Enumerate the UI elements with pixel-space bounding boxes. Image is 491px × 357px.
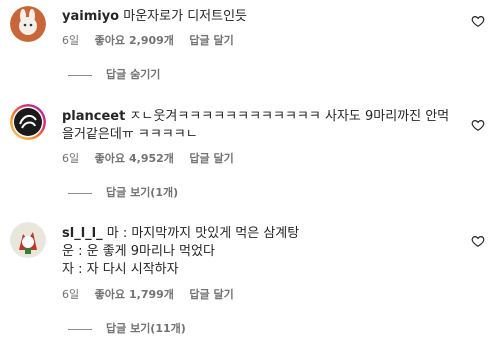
comment-body-line: 자 : 자 다시 시작하자 — [62, 262, 179, 277]
comment-body-line: 운 : 운 좋게 9마리나 먹었다 — [62, 244, 215, 259]
reply-button[interactable]: 답글 달기 — [189, 152, 233, 165]
likes-count[interactable]: 좋아요 2,909개 — [95, 34, 174, 47]
comment-text: sl_l_l_ 마 : 마지막까지 맛있게 먹은 삼계탕 운 : 운 좋게 9마… — [62, 225, 454, 279]
comment-age: 6일 — [62, 34, 80, 47]
view-replies-button[interactable]: 답글 보기(11개) — [68, 322, 186, 336]
divider-line — [68, 74, 92, 76]
divider-line — [68, 328, 92, 330]
comment-text: yaimiyo 마운자로가 디저트인듯 — [62, 8, 454, 26]
heart-outline-icon[interactable] — [471, 118, 485, 132]
likes-count[interactable]: 좋아요 1,799개 — [95, 288, 174, 301]
avatar[interactable] — [10, 6, 46, 42]
comment-username[interactable]: yaimiyo — [62, 9, 119, 24]
comment-body: 마 : 마지막까지 맛있게 먹은 삼계탕 — [102, 226, 300, 241]
avatar[interactable] — [10, 222, 46, 258]
replies-toggle-label: 답글 보기(11개) — [106, 322, 186, 335]
comment-meta: 6일 좋아요 1,799개 답글 달기 — [62, 288, 246, 302]
reply-button[interactable]: 답글 달기 — [189, 288, 233, 301]
comment-text: planceet ㅈㄴ웃겨ㅋㅋㅋㅋㅋㅋㅋㅋㅋㅋㅋㅋ 사자도 9마리까진 안먹을거… — [62, 108, 454, 144]
hide-replies-button[interactable]: 답글 숨기기 — [68, 68, 160, 82]
view-replies-button[interactable]: 답글 보기(1개) — [68, 186, 178, 200]
likes-count[interactable]: 좋아요 4,952개 — [95, 152, 174, 165]
comment-meta: 6일 좋아요 2,909개 답글 달기 — [62, 34, 246, 48]
comment-age: 6일 — [62, 288, 80, 301]
heart-outline-icon[interactable] — [471, 234, 485, 248]
reply-button[interactable]: 답글 달기 — [189, 34, 233, 47]
comment-username[interactable]: sl_l_l_ — [62, 226, 103, 241]
comment-meta: 6일 좋아요 4,952개 답글 달기 — [62, 152, 246, 166]
replies-toggle-label: 답글 보기(1개) — [106, 186, 179, 199]
comment-username[interactable]: planceet — [62, 109, 125, 124]
divider-line — [68, 192, 92, 194]
comment-age: 6일 — [62, 152, 80, 165]
avatar[interactable] — [10, 104, 46, 140]
replies-toggle-label: 답글 숨기기 — [106, 68, 161, 81]
heart-outline-icon[interactable] — [471, 14, 485, 28]
comment-body: 마운자로가 디저트인듯 — [119, 9, 247, 24]
